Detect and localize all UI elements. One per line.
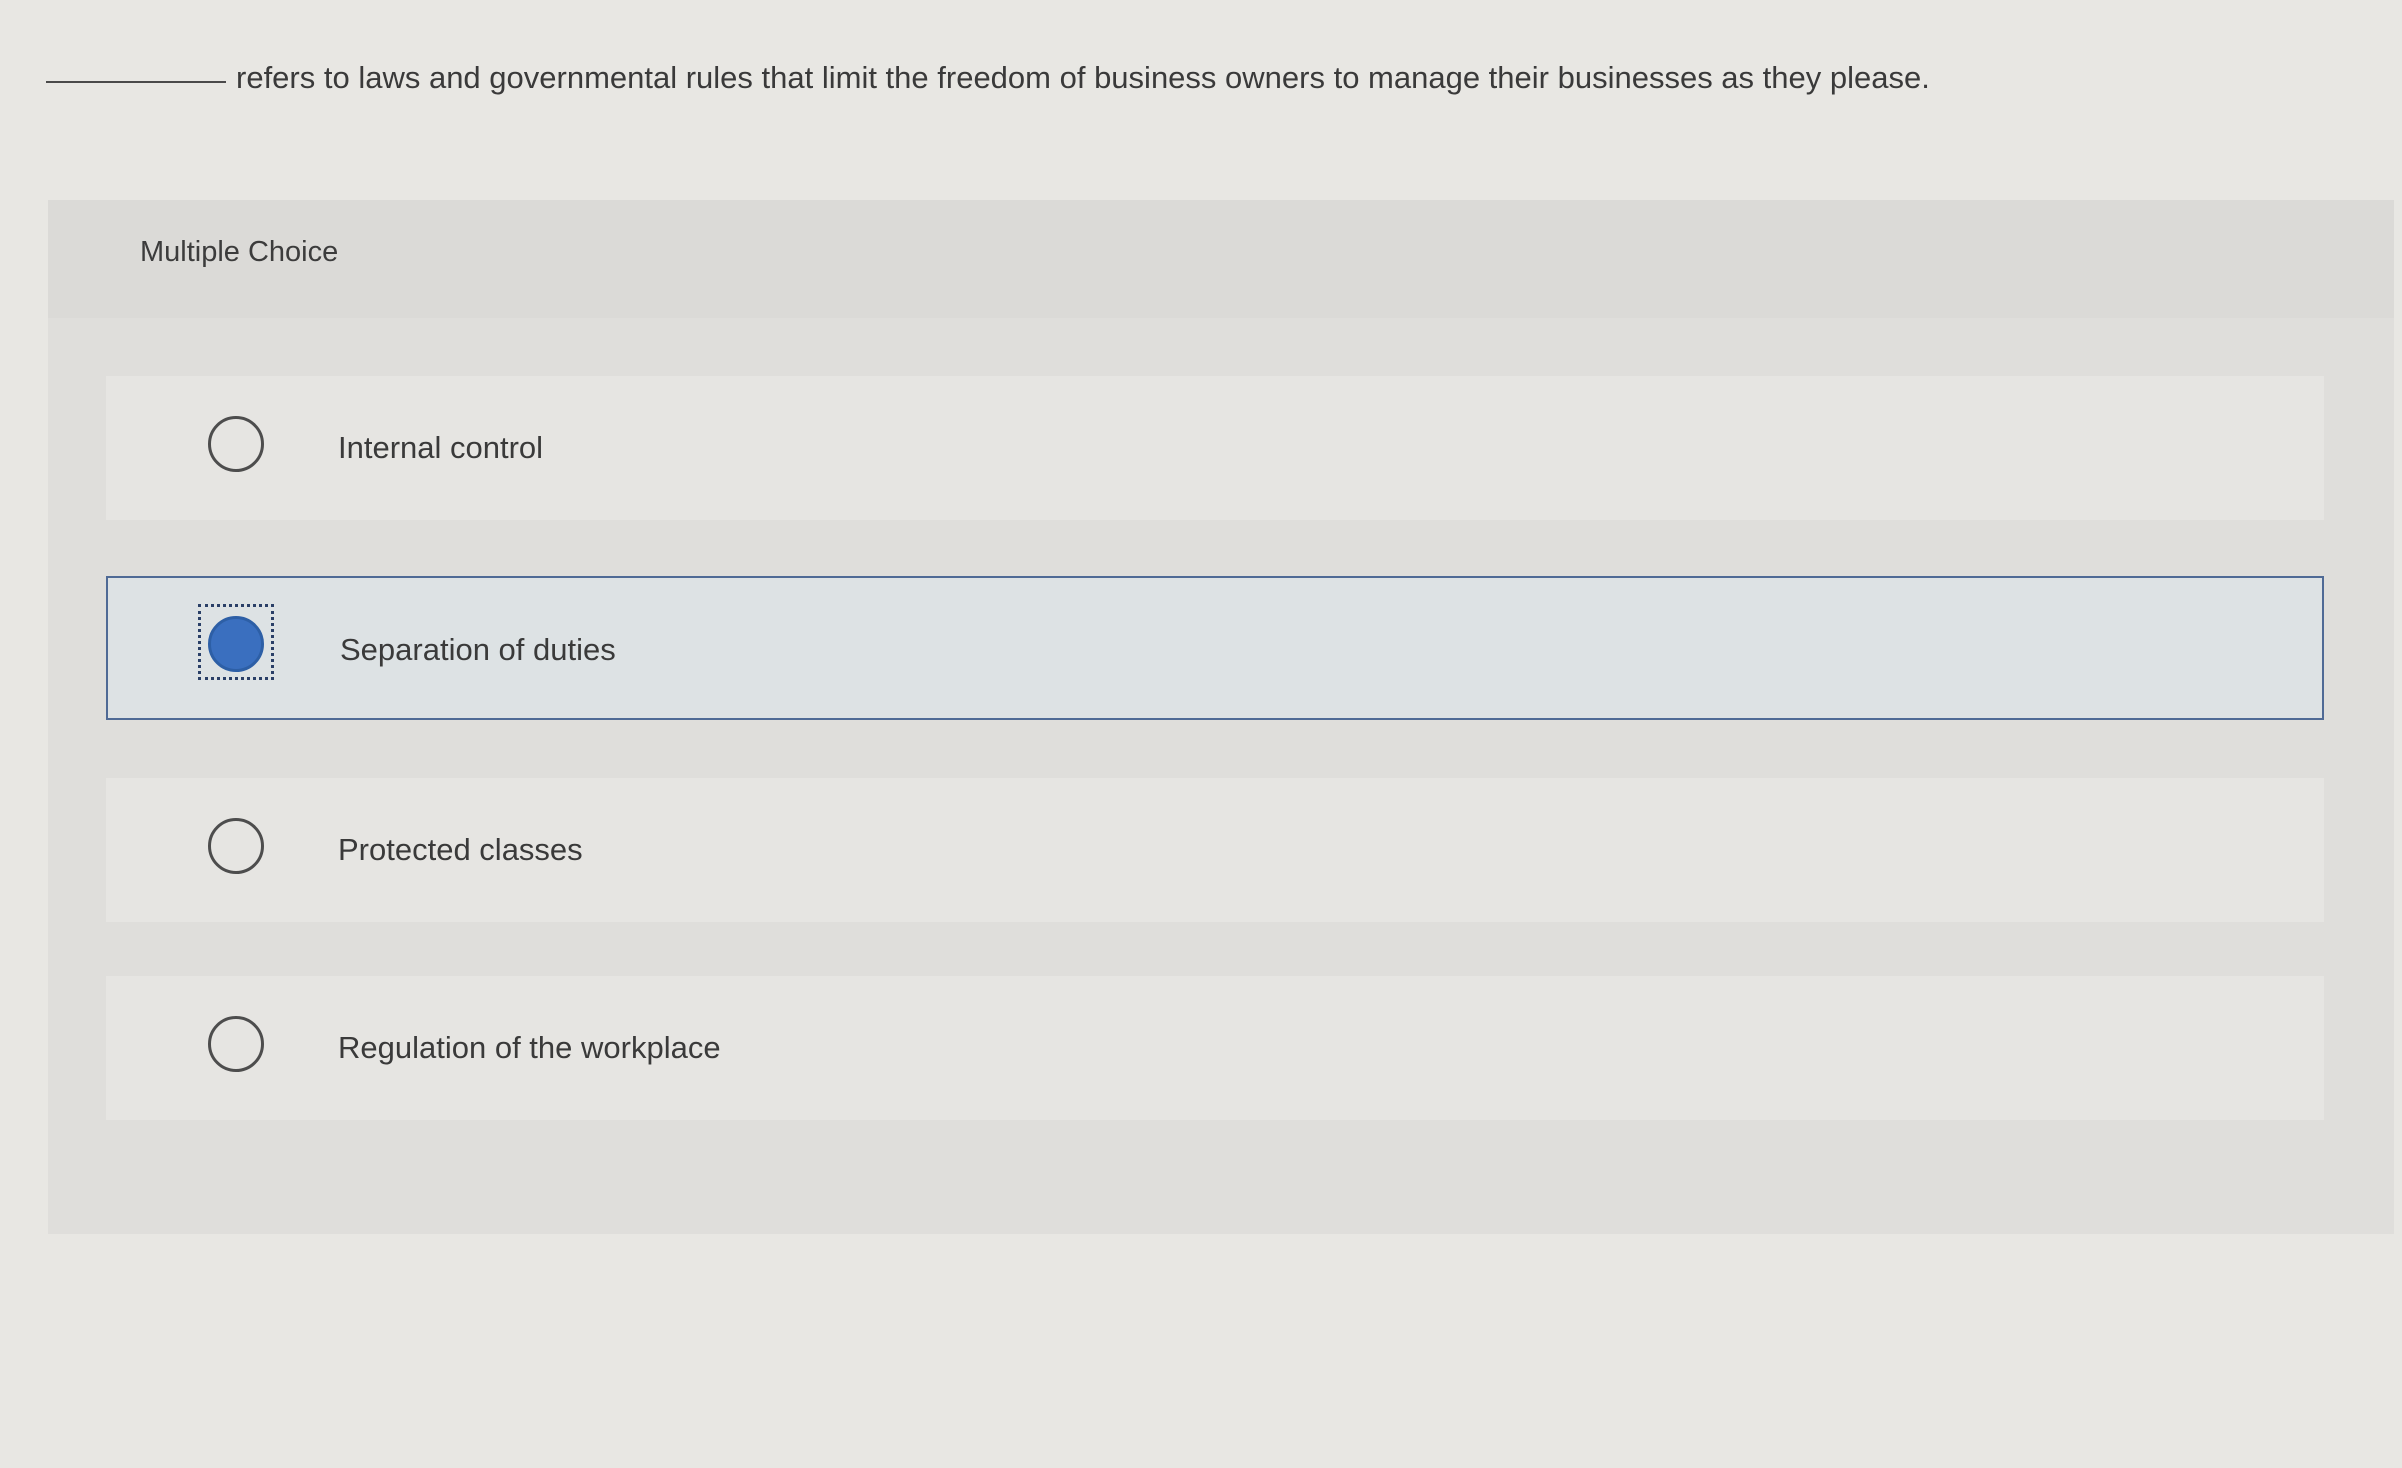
option-label: Separation of duties — [340, 632, 616, 667]
option-label: Internal control — [338, 430, 544, 465]
answer-blank — [46, 80, 226, 83]
option-separation-of-duties[interactable]: Separation of duties — [106, 576, 2324, 720]
panel-title: Multiple Choice — [140, 236, 339, 268]
question-text: refers to laws and governmental rules th… — [236, 60, 1930, 95]
radio-button[interactable] — [208, 1016, 264, 1072]
question-stem: refers to laws and governmental rules th… — [46, 38, 2346, 118]
option-protected-classes[interactable]: Protected classes — [106, 778, 2324, 922]
multiple-choice-panel: Multiple Choice Internal control Separat… — [48, 200, 2394, 1234]
radio-button-selected[interactable] — [208, 616, 264, 672]
option-label: Protected classes — [338, 832, 583, 867]
option-label: Regulation of the workplace — [338, 1030, 721, 1065]
option-regulation-of-the-workplace[interactable]: Regulation of the workplace — [106, 976, 2324, 1120]
radio-button[interactable] — [208, 416, 264, 472]
option-internal-control[interactable]: Internal control — [106, 376, 2324, 520]
radio-button[interactable] — [208, 818, 264, 874]
panel-header: Multiple Choice — [48, 200, 2394, 318]
